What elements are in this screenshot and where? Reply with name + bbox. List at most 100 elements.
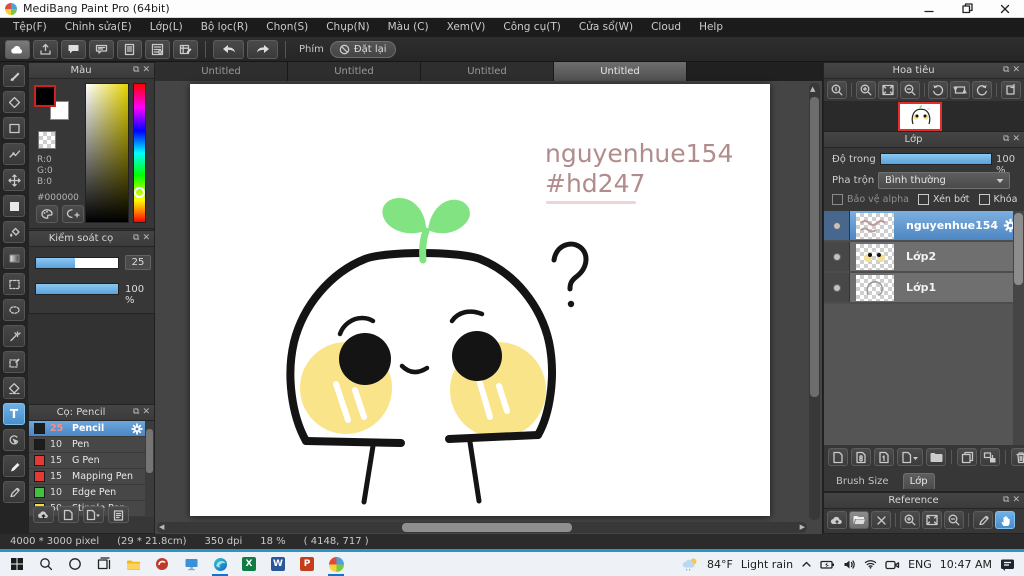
taskbar-clock[interactable]: 10:47 AM bbox=[940, 558, 992, 571]
alpha-protect-checkbox[interactable] bbox=[832, 194, 843, 205]
drawing-canvas[interactable]: nguyenhue154 #hd247 bbox=[190, 84, 770, 516]
brush-row-pen[interactable]: 10 Pen bbox=[29, 437, 154, 453]
menu-filter[interactable]: Bộ lọc(R) bbox=[192, 18, 258, 37]
fit-view-button[interactable] bbox=[877, 81, 898, 99]
restore-button[interactable] bbox=[948, 0, 986, 17]
blend-mode-dropdown[interactable]: Bình thường bbox=[878, 172, 1010, 189]
close-button[interactable] bbox=[986, 0, 1024, 17]
gradient-tool[interactable] bbox=[3, 247, 25, 269]
reset-button[interactable]: Đặt lại bbox=[329, 40, 396, 58]
taskbar-temperature[interactable]: 84°F bbox=[707, 558, 733, 571]
reference-cloud-button[interactable] bbox=[827, 511, 847, 529]
doc-tab-2[interactable]: Untitled bbox=[288, 62, 421, 81]
close-icon[interactable]: ✕ bbox=[1012, 496, 1020, 505]
transparent-color-swatch[interactable] bbox=[38, 131, 56, 149]
doc-tab-1[interactable]: Untitled bbox=[155, 62, 288, 81]
export-button[interactable] bbox=[33, 39, 58, 59]
popout-icon[interactable]: ⧉ bbox=[1003, 66, 1009, 75]
popout-icon[interactable]: ⧉ bbox=[133, 234, 139, 243]
eraser-pen-tool[interactable] bbox=[3, 455, 25, 477]
tray-chevron-icon[interactable] bbox=[801, 559, 812, 569]
brush-cloud-button[interactable] bbox=[33, 506, 54, 523]
tab-layer[interactable]: Lớp bbox=[902, 473, 935, 489]
comment-button[interactable] bbox=[89, 39, 114, 59]
layer-folder-button[interactable] bbox=[926, 448, 946, 466]
popout-icon[interactable]: ⧉ bbox=[1003, 135, 1009, 144]
reference-fit-button[interactable] bbox=[922, 511, 942, 529]
menu-color[interactable]: Màu (C) bbox=[379, 18, 438, 37]
merge-layer-button[interactable] bbox=[980, 448, 1000, 466]
select-eraser-tool[interactable] bbox=[3, 377, 25, 399]
brush-clipboard-button[interactable] bbox=[108, 506, 129, 523]
menu-capture[interactable]: Chụp(N) bbox=[317, 18, 378, 37]
menu-window[interactable]: Cửa sổ(W) bbox=[570, 18, 642, 37]
start-button[interactable] bbox=[9, 556, 25, 572]
scroll-up-arrow[interactable]: ▲ bbox=[810, 85, 815, 93]
menu-edit[interactable]: Chỉnh sửa(E) bbox=[56, 18, 141, 37]
layer-row-lop1[interactable]: Lớp1 bbox=[824, 273, 1024, 304]
menu-file[interactable]: Tệp(F) bbox=[4, 18, 56, 37]
menu-help[interactable]: Help bbox=[690, 18, 732, 37]
edge-browser-button[interactable] bbox=[212, 556, 228, 576]
saturation-value-picker[interactable] bbox=[85, 83, 129, 223]
reference-open-button[interactable] bbox=[849, 511, 869, 529]
hue-bar[interactable] bbox=[133, 83, 146, 223]
reference-hand-button[interactable] bbox=[995, 511, 1015, 529]
rectangle-tool[interactable] bbox=[3, 117, 25, 139]
move-tool[interactable] bbox=[3, 169, 25, 191]
menu-tools[interactable]: Công cụ(T) bbox=[494, 18, 569, 37]
document-button[interactable] bbox=[117, 39, 142, 59]
word-button[interactable]: W bbox=[270, 556, 286, 572]
layer-visibility-toggle[interactable] bbox=[832, 252, 841, 261]
figure-fill-tool[interactable] bbox=[3, 195, 25, 217]
add-special-layer-button[interactable] bbox=[897, 448, 923, 466]
scroll-right-arrow[interactable]: ▶ bbox=[800, 523, 805, 531]
polyline-tool[interactable] bbox=[3, 143, 25, 165]
close-icon[interactable]: ✕ bbox=[1012, 66, 1020, 75]
navigator-thumbnail[interactable]: ≈ bbox=[898, 102, 942, 131]
task-view-button[interactable] bbox=[96, 556, 112, 572]
brush-tool[interactable] bbox=[3, 65, 25, 87]
brush-settings-gear-icon[interactable] bbox=[131, 423, 143, 435]
list-button[interactable] bbox=[145, 39, 170, 59]
bucket-tool[interactable] bbox=[3, 221, 25, 243]
powerpoint-button[interactable]: P bbox=[299, 556, 315, 572]
undo-button[interactable] bbox=[213, 39, 244, 59]
taskbar-search-button[interactable] bbox=[38, 556, 54, 572]
canvas-horizontal-scrollbar[interactable]: ◀ ▶ bbox=[157, 522, 807, 533]
close-icon[interactable]: ✕ bbox=[142, 66, 150, 75]
doc-tab-4-active[interactable]: Untitled bbox=[554, 62, 687, 81]
doc-tab-3[interactable]: Untitled bbox=[421, 62, 554, 81]
zoom-out-button[interactable] bbox=[899, 81, 920, 99]
tab-brush-size[interactable]: Brush Size bbox=[830, 474, 895, 489]
popout-icon[interactable]: ⧉ bbox=[133, 408, 139, 417]
layer-row-lop2[interactable]: Lớp2 bbox=[824, 242, 1024, 273]
flip-view-button[interactable] bbox=[1001, 81, 1022, 99]
meet-now-icon[interactable] bbox=[885, 559, 900, 570]
red-circle-app-button[interactable] bbox=[154, 556, 170, 572]
display-app-button[interactable] bbox=[183, 556, 199, 572]
horizontal-scroll-thumb[interactable] bbox=[402, 523, 572, 532]
canvas-vertical-scrollbar[interactable]: ▲ bbox=[809, 83, 820, 520]
medibang-taskbar-button[interactable] bbox=[328, 556, 344, 576]
brush-add-dropdown-button[interactable] bbox=[83, 506, 104, 523]
clipping-checkbox[interactable] bbox=[918, 194, 929, 205]
reference-dropper-button[interactable] bbox=[973, 511, 993, 529]
volume-icon[interactable] bbox=[843, 559, 856, 570]
menu-view[interactable]: Xem(V) bbox=[438, 18, 495, 37]
redo-button[interactable] bbox=[247, 39, 278, 59]
brush-row-gpen[interactable]: 15 G Pen bbox=[29, 453, 154, 469]
delete-layer-button[interactable] bbox=[1011, 448, 1024, 466]
grid-edit-button[interactable] bbox=[173, 39, 198, 59]
add-1bit-layer-button[interactable] bbox=[874, 448, 894, 466]
notification-icon[interactable] bbox=[1000, 558, 1016, 571]
operation-select-tool[interactable] bbox=[3, 429, 25, 451]
menu-cloud[interactable]: Cloud bbox=[642, 18, 690, 37]
close-icon[interactable]: ✕ bbox=[1012, 135, 1020, 144]
chat-button[interactable] bbox=[61, 39, 86, 59]
layer-opacity-slider[interactable] bbox=[880, 153, 992, 165]
palette-button[interactable] bbox=[36, 205, 58, 223]
marquee-select-tool[interactable] bbox=[3, 273, 25, 295]
taskbar-language[interactable]: ENG bbox=[908, 558, 932, 571]
brush-list-scrollbar[interactable] bbox=[145, 421, 154, 517]
